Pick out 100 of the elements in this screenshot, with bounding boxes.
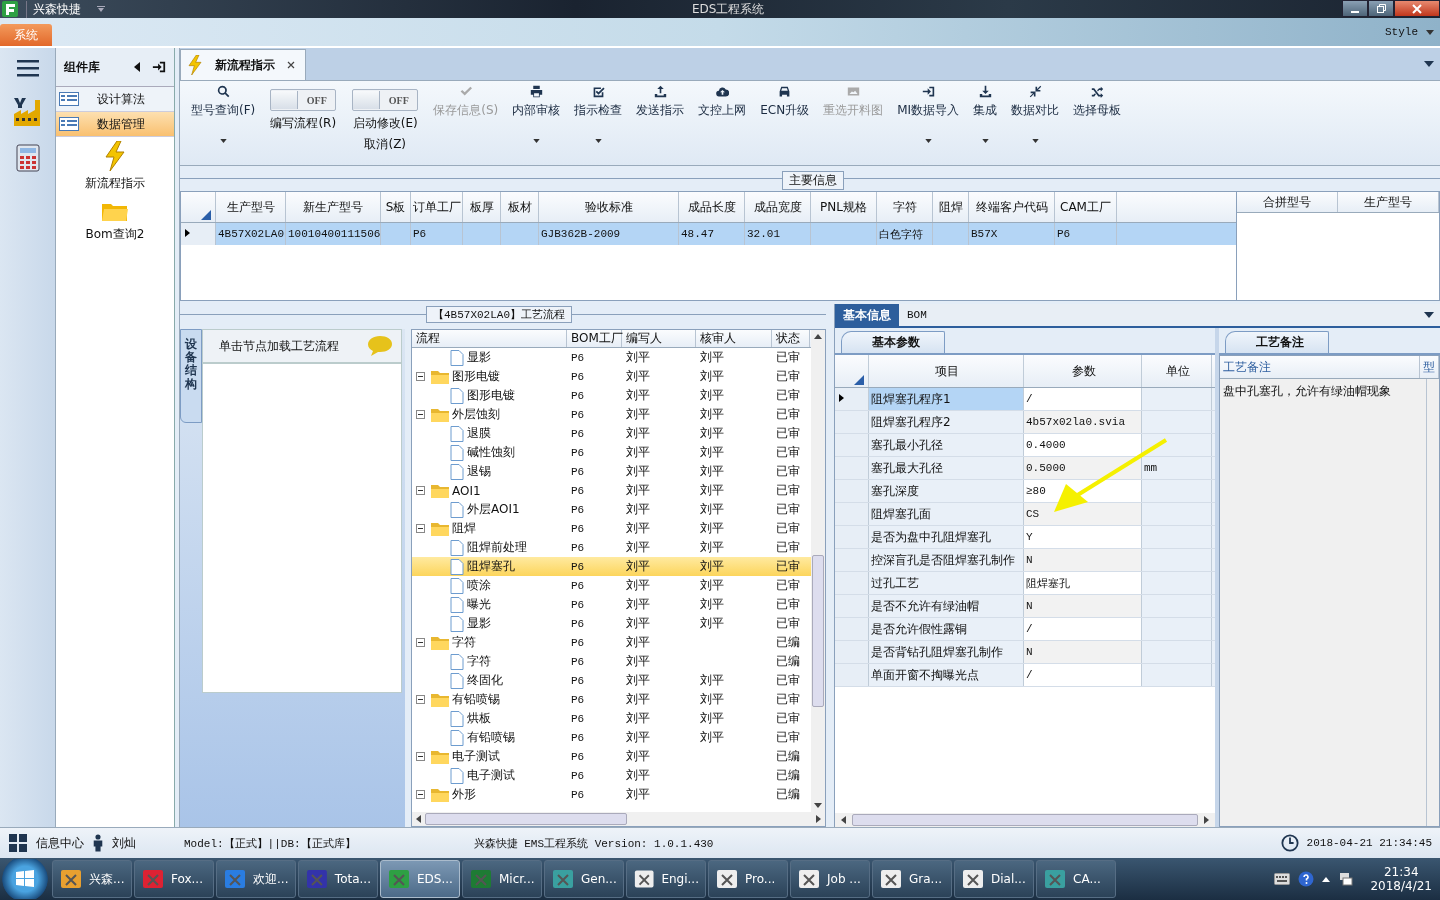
column-header[interactable]: 核审人 [696,330,772,347]
table-row[interactable]: 是否允许假性露铜 / [835,618,1215,641]
scrollbar-thumb[interactable] [852,814,1198,826]
column-header[interactable]: 参数 [1024,355,1142,387]
column-header[interactable]: 成品宽度 [745,192,811,222]
tree-row[interactable]: 有铅喷锡 P6 刘平 刘平 已审 [412,728,811,747]
column-header[interactable]: 新生产型号 [286,192,381,222]
scrollbar[interactable] [835,813,1215,827]
toolbar-button[interactable]: MI数据导入 [890,85,967,147]
maximize-button[interactable] [1368,0,1394,17]
table-row[interactable]: 阻焊塞孔程序1 / [835,388,1215,411]
keyboard-icon[interactable] [1274,873,1291,885]
scroll-right-icon[interactable] [1204,816,1209,824]
collapse-icon[interactable] [416,372,425,381]
taskbar-item[interactable]: EDS... [380,860,460,898]
column-header[interactable]: 验收标准 [539,192,679,222]
collapse-icon[interactable] [416,410,425,419]
taskbar-item[interactable]: 兴森... [52,860,132,898]
column-header[interactable]: 订单工厂 [411,192,463,222]
tree-row[interactable]: 碱性蚀刻 P6 刘平 刘平 已审 [412,443,811,462]
taskbar-item[interactable]: 欢迎... [216,860,296,898]
column-header[interactable]: 状态 [772,330,810,347]
tree-row[interactable]: 显影 P6 刘平 刘平 已审 [412,614,811,633]
column-header[interactable]: 项目 [869,355,1024,387]
table-row[interactable]: 塞孔深度 ≥80 [835,480,1215,503]
collapse-left-icon[interactable] [134,62,140,72]
toggle-switch[interactable]: OFF [270,89,337,111]
taskbar-item[interactable]: Engi... [626,860,706,898]
scrollbar[interactable] [811,330,825,812]
column-header[interactable]: 生产型号 [1338,192,1439,212]
column-header[interactable]: CAM工厂 [1055,192,1117,222]
tree-row[interactable]: 喷涂 P6 刘平 刘平 已审 [412,576,811,595]
toolbar-button[interactable]: 指示检查 [567,85,630,147]
tree-row[interactable]: 退锡 P6 刘平 刘平 已审 [412,462,811,481]
calculator-icon[interactable] [13,144,42,172]
collapse-icon[interactable] [416,790,425,799]
taskbar-item[interactable]: Dial... [954,860,1034,898]
section-tab[interactable]: 工艺备注 [1225,331,1329,353]
info-center-link[interactable]: 信息中心 [36,834,84,852]
tool-item[interactable]: Bom查询2 [85,200,145,243]
row-header-cell[interactable] [181,223,216,245]
column-header[interactable]: 板材 [501,192,539,222]
tree-row[interactable]: 阻焊塞孔 P6 刘平 刘平 已审 [412,557,811,576]
tree-row[interactable]: 图形电镀 P6 刘平 刘平 已审 [412,367,811,386]
taskbar-item[interactable]: Job ... [790,860,870,898]
collapse-icon[interactable] [416,638,425,647]
toolbar-button[interactable]: 内部审核 [505,85,568,147]
table-row[interactable]: 阻焊塞孔程序2 4b57x02la0.svia [835,411,1215,434]
scrollbar-thumb[interactable] [425,813,627,825]
tree-row[interactable]: 外形 P6 刘平 已编 [412,785,811,804]
table-row[interactable]: 过孔工艺 阻焊塞孔 [835,572,1215,595]
column-header[interactable]: 阻焊 [933,192,969,222]
library-item[interactable]: 设计算法 [56,87,174,112]
toolbar-button[interactable]: 发送指示 [629,85,692,147]
toolbar-button[interactable]: 选择母板 [1066,85,1129,147]
caret-icon[interactable] [1424,312,1434,318]
toggle-switch[interactable]: OFF [352,89,419,111]
tree-row[interactable]: 外层AOI1 P6 刘平 刘平 已审 [412,500,811,519]
column-header[interactable]: 流程 [412,330,567,347]
tree-row[interactable]: 终固化 P6 刘平 刘平 已审 [412,671,811,690]
taskbar-item[interactable]: Micr... [462,860,542,898]
collapse-icon[interactable] [416,524,425,533]
taskbar-item[interactable]: CA... [1036,860,1116,898]
column-header[interactable]: 合拼型号 [1237,192,1338,212]
style-menu[interactable]: Style [1385,26,1434,38]
tree-row[interactable]: 外层蚀刻 P6 刘平 刘平 已审 [412,405,811,424]
tree-row[interactable]: 字符 P6 刘平 已编 [412,633,811,652]
scroll-left-icon[interactable] [416,815,421,823]
caret-up-icon[interactable] [1322,876,1331,882]
tree-row[interactable]: AOI1 P6 刘平 刘平 已审 [412,481,811,500]
column-header[interactable]: 单位 [1142,355,1212,387]
collapse-icon[interactable] [416,752,425,761]
start-button[interactable] [0,859,50,899]
tree-row[interactable]: 图形电镀 P6 刘平 刘平 已审 [412,386,811,405]
tree-row[interactable]: 阻焊 P6 刘平 刘平 已审 [412,519,811,538]
table-row[interactable]: 单面开窗不掏曝光点 / [835,664,1215,687]
close-icon[interactable] [287,61,295,69]
tool-item[interactable]: 新流程指示 [85,141,145,192]
column-header[interactable]: 字符 [877,192,933,222]
table-row[interactable]: 控深盲孔是否阻焊塞孔制作 N [835,549,1215,572]
table-row[interactable]: 阻焊塞孔面 CS [835,503,1215,526]
column-header[interactable]: BOM工厂 [567,330,622,347]
info-tab[interactable]: BOM [899,304,935,326]
column-header[interactable]: 型 [1420,356,1439,378]
column-header[interactable]: 生产型号 [216,192,286,222]
table-row[interactable]: 是否背钻孔阻焊塞孔制作 N [835,641,1215,664]
tree-row[interactable]: 曝光 P6 刘平 刘平 已审 [412,595,811,614]
scroll-up-icon[interactable] [814,334,822,339]
taskbar-item[interactable]: Fox... [134,860,214,898]
caret-icon[interactable] [1424,61,1434,67]
scroll-right-icon[interactable] [816,815,821,823]
section-tab[interactable]: 基本参数 [841,331,945,353]
tree-row[interactable]: 电子测试 P6 刘平 已编 [412,747,811,766]
sign-in-icon[interactable] [152,60,166,74]
column-header[interactable]: 板厚 [463,192,501,222]
caret-icon[interactable] [97,6,105,12]
table-row[interactable]: 塞孔最小孔径 0.4000 [835,434,1215,457]
table-row[interactable]: 4B57X02LA0 10010400111506 P6 GJB362B-2009 48.47 32.01 白色字符 B57X P6 [181,223,1236,245]
grid-icon[interactable] [8,833,28,853]
scrollbar-thumb[interactable] [812,555,824,707]
